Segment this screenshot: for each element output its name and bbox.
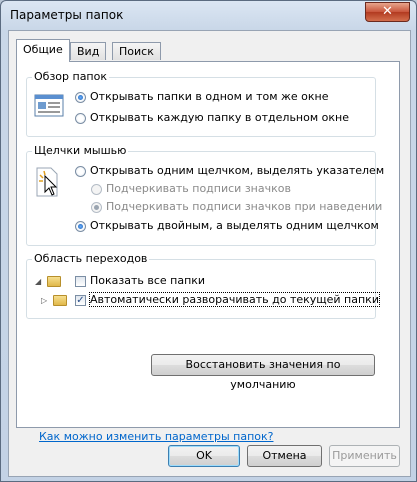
browse-folders-group: Обзор папок Открывать папки в одном и то…: [26, 70, 376, 137]
tab-view[interactable]: Вид: [70, 42, 107, 60]
option-auto-expand[interactable]: ✓ Автоматически разворачивать до текущей …: [75, 292, 380, 309]
option-show-all-folders[interactable]: Показать все папки: [75, 274, 205, 290]
group-title-clicks: Щелчки мышью: [32, 144, 129, 157]
help-link[interactable]: Как можно изменить параметры папок?: [39, 430, 273, 443]
option-single-click[interactable]: Открывать одним щелчком, выделять указат…: [75, 164, 384, 180]
folder-options-window: Параметры папок ✕ Общие Вид Поиск Обзор …: [0, 0, 417, 482]
option-double-click[interactable]: Открывать двойным, а выделять одним щелч…: [75, 219, 379, 235]
dialog-client-area: Общие Вид Поиск Обзор папок Открывать па…: [8, 30, 411, 477]
radio-same-window[interactable]: [75, 91, 86, 103]
label-double-click: Открывать двойным, а выделять одним щелч…: [90, 219, 379, 232]
group-title-browse: Обзор папок: [32, 70, 109, 83]
label-underline-icons: Подчеркивать подписи значков: [106, 182, 291, 195]
label-same-window: Открывать папки в одном и том же окне: [90, 90, 329, 103]
mouse-clicks-group: Щелчки мышью Открывать одним щелчком, вы…: [26, 144, 384, 246]
apply-button[interactable]: Применить: [329, 445, 400, 467]
folder-icon: [47, 276, 61, 287]
option-underline-hover[interactable]: Подчеркивать подписи значков при наведен…: [91, 200, 382, 216]
checkbox-auto-expand[interactable]: ✓: [75, 294, 86, 306]
label-underline-hover: Подчеркивать подписи значков при наведен…: [106, 200, 383, 213]
restore-defaults-button[interactable]: Восстановить значения по умолчанию: [151, 354, 375, 391]
folder-window-icon: [34, 92, 64, 118]
radio-double-click[interactable]: [75, 220, 86, 232]
ok-button[interactable]: OK: [168, 445, 240, 467]
general-tab-panel: Обзор папок Открывать папки в одном и то…: [16, 61, 400, 443]
label-separate-window: Открывать каждую папку в отдельном окне: [90, 111, 349, 124]
tree-collapsed-icon: ▷: [41, 296, 48, 305]
radio-underline-icons[interactable]: [91, 183, 102, 195]
close-button[interactable]: ✕: [365, 2, 410, 22]
group-title-navigation: Область переходов: [32, 252, 150, 265]
radio-underline-hover[interactable]: [91, 201, 102, 213]
checkbox-show-all-folders[interactable]: [75, 275, 86, 287]
label-show-all-folders: Показать все папки: [90, 274, 206, 287]
tab-search[interactable]: Поиск: [112, 42, 161, 60]
radio-separate-window[interactable]: [75, 112, 86, 124]
title-bar[interactable]: Параметры папок ✕: [1, 1, 416, 29]
mouse-click-icon: [35, 166, 61, 198]
folder-icon: [53, 295, 67, 306]
cancel-button[interactable]: Отмена: [247, 445, 322, 467]
option-same-window[interactable]: Открывать папки в одном и том же окне: [75, 90, 329, 106]
window-title: Параметры папок: [10, 8, 124, 22]
option-underline-icons[interactable]: Подчеркивать подписи значков: [91, 182, 291, 198]
tree-expanded-icon: ◢: [35, 277, 42, 286]
radio-single-click[interactable]: [75, 165, 86, 177]
option-separate-window[interactable]: Открывать каждую папку в отдельном окне: [75, 111, 349, 127]
label-single-click: Открывать одним щелчком, выделять указат…: [90, 164, 385, 177]
tab-general[interactable]: Общие: [16, 39, 70, 62]
navigation-pane-group: Область переходов ◢ ▷ Показать все папки…: [26, 252, 380, 319]
label-auto-expand: Автоматически разворачивать до текущей п…: [89, 292, 380, 307]
